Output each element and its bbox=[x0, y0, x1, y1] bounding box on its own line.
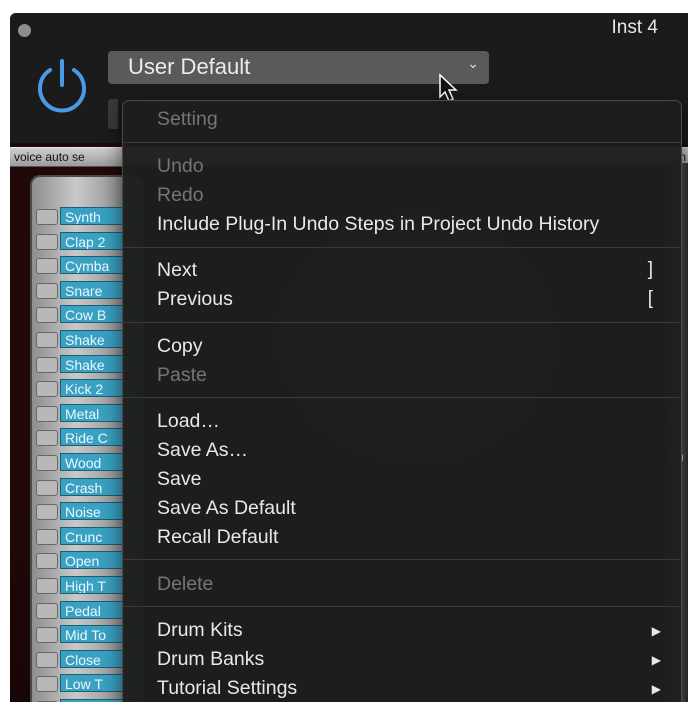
pad-knob[interactable] bbox=[36, 307, 58, 324]
pad-knob[interactable] bbox=[36, 651, 58, 668]
pad-knob[interactable] bbox=[36, 553, 58, 570]
menu-item-copy[interactable]: Copy bbox=[157, 335, 203, 358]
menu-item-next[interactable]: Next bbox=[157, 259, 197, 282]
menu-item-save-as[interactable]: Save As… bbox=[157, 439, 248, 462]
menu-item-redo[interactable]: Redo bbox=[157, 184, 204, 207]
pad-knob[interactable] bbox=[36, 528, 58, 545]
menu-header-setting: Setting bbox=[157, 108, 218, 130]
pad-knob[interactable] bbox=[36, 356, 58, 373]
pad-knob[interactable] bbox=[36, 381, 58, 398]
menu-separator bbox=[123, 142, 681, 143]
menu-separator bbox=[123, 247, 681, 248]
submenu-arrow-icon: ▶ bbox=[651, 653, 661, 667]
pad-knob[interactable] bbox=[36, 233, 58, 250]
menu-item-tutorial-settings[interactable]: Tutorial Settings bbox=[157, 677, 297, 700]
pad-knob[interactable] bbox=[36, 430, 58, 447]
menu-separator bbox=[123, 397, 681, 398]
pad-knob[interactable] bbox=[36, 504, 58, 521]
pad-knob[interactable] bbox=[36, 479, 58, 496]
menu-item-drum-banks[interactable]: Drum Banks bbox=[157, 648, 264, 671]
pad-knob[interactable] bbox=[36, 627, 58, 644]
pad-knob[interactable] bbox=[36, 578, 58, 594]
power-icon[interactable] bbox=[32, 55, 92, 115]
menu-separator bbox=[123, 606, 681, 607]
next-shortcut: ] bbox=[647, 259, 653, 280]
window-title: Inst 4 bbox=[611, 17, 658, 38]
pad-knob[interactable] bbox=[36, 602, 58, 619]
voice-auto-select-label: voice auto se bbox=[14, 150, 85, 164]
menu-item-drum-kits[interactable]: Drum Kits bbox=[157, 619, 243, 642]
menu-item-delete[interactable]: Delete bbox=[157, 573, 213, 596]
pad-knob[interactable] bbox=[36, 209, 58, 225]
menu-item-undo[interactable]: Undo bbox=[157, 155, 204, 178]
chevron-down-icon: ⌄ bbox=[467, 55, 479, 71]
submenu-arrow-icon: ▶ bbox=[651, 624, 661, 638]
menu-item-save-as-default[interactable]: Save As Default bbox=[157, 497, 296, 520]
plugin-window: Inst 4 User Default ⌄ voice auto se gn S… bbox=[10, 13, 688, 702]
preset-dropdown[interactable]: User Default ⌄ bbox=[108, 51, 489, 84]
previous-shortcut: [ bbox=[647, 288, 653, 309]
menu-separator bbox=[123, 559, 681, 560]
secondary-field[interactable] bbox=[108, 99, 118, 129]
pad-knob[interactable] bbox=[36, 405, 58, 422]
pad-knob[interactable] bbox=[36, 676, 58, 693]
menu-item-save[interactable]: Save bbox=[157, 468, 201, 491]
menu-item-load[interactable]: Load… bbox=[157, 410, 220, 433]
pad-knob[interactable] bbox=[36, 455, 58, 471]
settings-menu: Setting Undo Redo Include Plug-In Undo S… bbox=[122, 100, 682, 702]
close-button[interactable] bbox=[18, 24, 31, 37]
pad-knob[interactable] bbox=[36, 258, 58, 275]
menu-item-paste[interactable]: Paste bbox=[157, 364, 207, 387]
menu-separator bbox=[123, 322, 681, 323]
preset-label: User Default bbox=[128, 54, 251, 79]
menu-item-include-undo[interactable]: Include Plug-In Undo Steps in Project Un… bbox=[157, 213, 599, 236]
menu-item-previous[interactable]: Previous bbox=[157, 288, 233, 311]
submenu-arrow-icon: ▶ bbox=[651, 682, 661, 696]
pad-knob[interactable] bbox=[36, 332, 58, 348]
pad-knob[interactable] bbox=[36, 282, 58, 299]
menu-item-recall-default[interactable]: Recall Default bbox=[157, 526, 278, 549]
